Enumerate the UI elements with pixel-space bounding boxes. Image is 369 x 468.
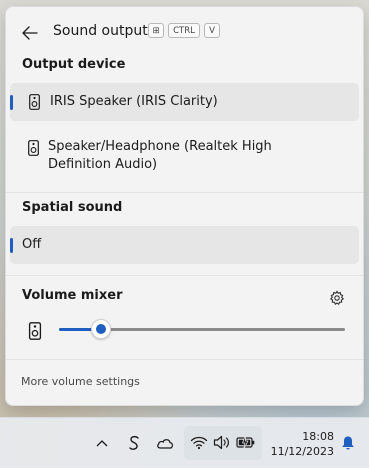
selected-indicator	[10, 95, 13, 110]
taskbar: 18:08 11/12/2023	[0, 417, 369, 468]
flyout-title: Sound output	[53, 23, 148, 39]
spatial-sound-item-off[interactable]: Off	[10, 226, 359, 264]
back-button[interactable]	[18, 21, 42, 45]
divider	[6, 192, 363, 193]
output-device-item-realtek[interactable]: Speaker/Headphone (Realtek High Definiti…	[10, 134, 359, 180]
taskbar-clock[interactable]: 18:08 11/12/2023	[268, 429, 334, 459]
windows-key-hint: ⊞	[148, 23, 164, 38]
clock-time: 18:08	[302, 430, 334, 443]
gear-icon[interactable]	[329, 290, 345, 306]
device-label: IRIS Speaker (IRIS Clarity)	[50, 93, 218, 109]
flyout-header: Sound output ⊞ CTRL V	[6, 7, 363, 55]
divider	[6, 275, 363, 276]
volume-slider[interactable]	[59, 318, 345, 340]
speaker-icon	[28, 322, 42, 340]
speaker-icon	[27, 93, 41, 111]
flyout-footer: More volume settings	[6, 359, 363, 405]
volume-mixer-heading: Volume mixer	[22, 288, 123, 303]
spatial-sound-heading: Spatial sound	[22, 200, 123, 215]
wifi-icon	[190, 436, 208, 450]
v-key-hint: V	[204, 23, 220, 38]
device-label: Speaker/Headphone (Realtek High Definiti…	[48, 139, 272, 172]
speaker-icon	[27, 139, 39, 157]
volume-icon	[213, 435, 229, 450]
quick-settings-button[interactable]	[184, 426, 262, 460]
onedrive-cloud-icon[interactable]	[155, 433, 175, 453]
ctrl-key-hint: CTRL	[168, 23, 200, 38]
clock-date: 11/12/2023	[270, 445, 334, 458]
app-s-icon[interactable]	[124, 433, 144, 453]
spatial-sound-label: Off	[22, 237, 42, 252]
output-device-heading: Output device	[22, 57, 126, 72]
chevron-up-icon[interactable]	[92, 433, 112, 453]
volume-slider-thumb[interactable]	[90, 319, 111, 339]
notification-bell-icon[interactable]	[338, 433, 358, 453]
battery-charging-icon	[236, 435, 255, 450]
selected-indicator	[10, 238, 13, 253]
back-arrow-icon	[22, 26, 38, 40]
more-volume-settings-link[interactable]: More volume settings	[21, 375, 140, 388]
output-device-item-iris[interactable]: IRIS Speaker (IRIS Clarity)	[10, 83, 359, 121]
sound-output-flyout: Sound output ⊞ CTRL V Output device IRIS…	[5, 6, 364, 406]
